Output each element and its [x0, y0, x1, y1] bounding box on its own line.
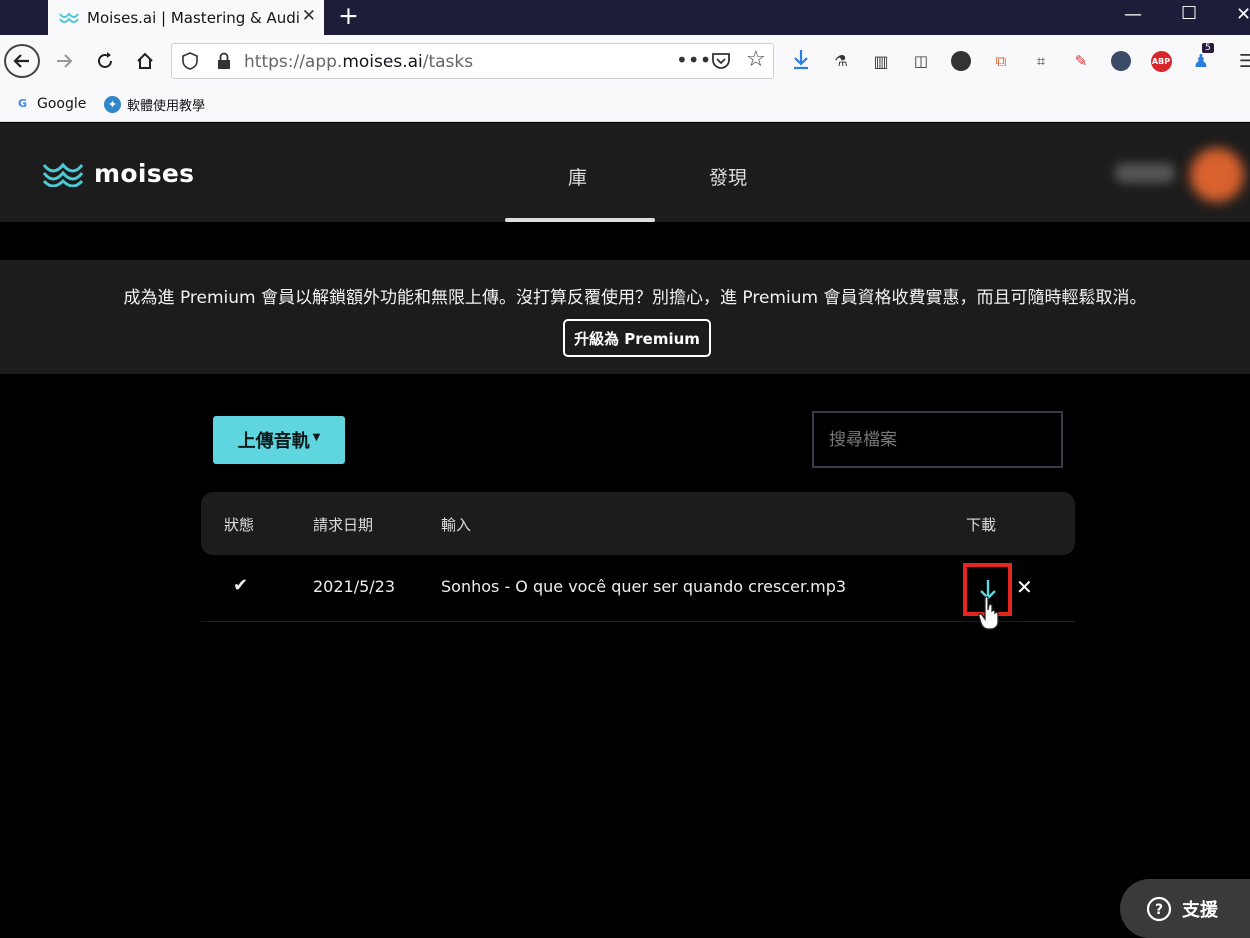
user-name-blurred[interactable] — [1115, 163, 1175, 183]
back-arrow-icon — [13, 54, 29, 68]
home-button[interactable] — [133, 44, 157, 78]
logo-text: moises — [94, 159, 195, 188]
request-date: 2021/5/23 — [313, 577, 396, 596]
support-label: 支援 — [1182, 899, 1218, 921]
premium-banner: 成為進 Premium 會員以解鎖額外功能和無限上傳。沒打算反覆使用？別擔心，進… — [0, 260, 1250, 374]
search-input[interactable] — [812, 411, 1063, 468]
notification-bell-icon[interactable]: ♟ 5 — [1190, 43, 1214, 72]
hand-cursor-icon — [978, 596, 999, 630]
maximize-icon[interactable]: ☐ — [1181, 4, 1197, 24]
browser-toolbar: https://app.moises.ai/tasks ••• ☆ ⚗ ▥ ◫ … — [0, 35, 1250, 88]
screenshot-extension-icon[interactable]: ⧉ — [990, 50, 1012, 72]
moises-wave-icon — [42, 162, 84, 187]
browser-tab-title: Moises.ai | Mastering & Audio — [87, 8, 299, 27]
forward-button[interactable] — [52, 44, 76, 78]
home-icon — [137, 52, 153, 69]
sidebar-icon[interactable]: ◫ — [910, 50, 932, 72]
google-icon: G — [17, 97, 28, 110]
table-row: ✔ 2021/5/23 Sonhos - O que você quer ser… — [201, 555, 1075, 622]
caret-down-icon: ▼ — [312, 431, 321, 443]
column-header-download: 下載 — [966, 516, 997, 534]
premium-banner-text: 成為進 Premium 會員以解鎖額外功能和無限上傳。沒打算反覆使用？別擔心，進… — [123, 288, 1147, 308]
window-close-icon[interactable]: ✕ — [1236, 5, 1250, 25]
tab-close-icon[interactable]: ✕ — [302, 8, 316, 25]
extension-tool-icon[interactable]: ⚗ — [830, 50, 852, 72]
bookmark-star-icon[interactable]: ☆ — [746, 47, 766, 72]
help-circle-icon: ? — [1146, 896, 1172, 921]
moises-favicon-icon — [59, 11, 79, 23]
bookmarks-bar: G Google ✦ 軟體使用教學 — [0, 88, 1250, 122]
reload-button[interactable] — [93, 44, 117, 78]
app-header: moises 庫 發現 — [0, 123, 1250, 222]
column-header-status: 狀態 — [224, 516, 255, 534]
moises-logo[interactable]: moises — [42, 159, 194, 188]
tab-discover[interactable]: 發現 — [709, 163, 747, 190]
menu-icon[interactable]: ☰ — [1236, 50, 1250, 72]
crop-icon[interactable]: ⌗ — [1030, 50, 1052, 72]
new-tab-icon[interactable]: + — [338, 3, 359, 28]
page-actions-icon[interactable]: ••• — [676, 48, 711, 72]
extension-swirl-icon[interactable]: ✎ — [1070, 50, 1092, 72]
avatar[interactable] — [1190, 148, 1244, 202]
lock-icon[interactable] — [216, 52, 232, 70]
browser-tab[interactable]: Moises.ai | Mastering & Audio ✕ — [48, 0, 324, 35]
minimize-icon[interactable]: — — [1124, 5, 1142, 25]
bookmark-google[interactable]: G Google — [14, 95, 86, 112]
bookmark-tutorial[interactable]: ✦ 軟體使用教學 — [104, 95, 205, 114]
input-filename: Sonhos - O que você quer ser quando cres… — [441, 577, 847, 596]
download-arrow-icon — [794, 50, 808, 70]
upgrade-premium-button[interactable]: 升級為 Premium — [563, 319, 711, 357]
browser-tab-bar: Moises.ai | Mastering & Audio ✕ + — ☐ ✕ — [0, 0, 1250, 35]
shield-icon[interactable] — [181, 52, 199, 70]
url-text: https://app.moises.ai/tasks — [244, 52, 474, 72]
delete-icon[interactable]: ✕ — [1016, 575, 1033, 599]
forward-arrow-icon — [57, 54, 73, 68]
downloads-icon[interactable] — [790, 48, 812, 70]
notification-badge: 5 — [1202, 43, 1214, 53]
back-button[interactable] — [4, 44, 40, 78]
svg-text:?: ? — [1155, 902, 1163, 918]
active-tab-indicator — [505, 218, 655, 222]
upload-track-label: 上傳音軌 — [237, 431, 310, 452]
url-bar[interactable]: https://app.moises.ai/tasks ••• ☆ — [171, 43, 774, 79]
tutorial-bookmark-icon: ✦ — [104, 96, 121, 113]
tab-library[interactable]: 庫 — [568, 163, 587, 190]
support-button[interactable]: ? 支援 — [1120, 879, 1250, 938]
pocket-icon[interactable] — [711, 52, 731, 70]
status-check-icon: ✔ — [233, 575, 249, 596]
library-icon[interactable]: ▥ — [870, 50, 892, 72]
reload-icon — [98, 52, 112, 68]
extension-circle-icon[interactable] — [950, 50, 972, 72]
adblock-icon[interactable]: ABP — [1150, 50, 1172, 72]
column-header-date: 請求日期 — [313, 516, 374, 534]
column-header-input: 輸入 — [441, 516, 472, 534]
table-header: 狀態 請求日期 輸入 下載 — [201, 492, 1075, 555]
extension-cursor-icon[interactable] — [1110, 50, 1132, 72]
upload-track-button[interactable]: 上傳音軌 ▼ — [213, 416, 345, 464]
